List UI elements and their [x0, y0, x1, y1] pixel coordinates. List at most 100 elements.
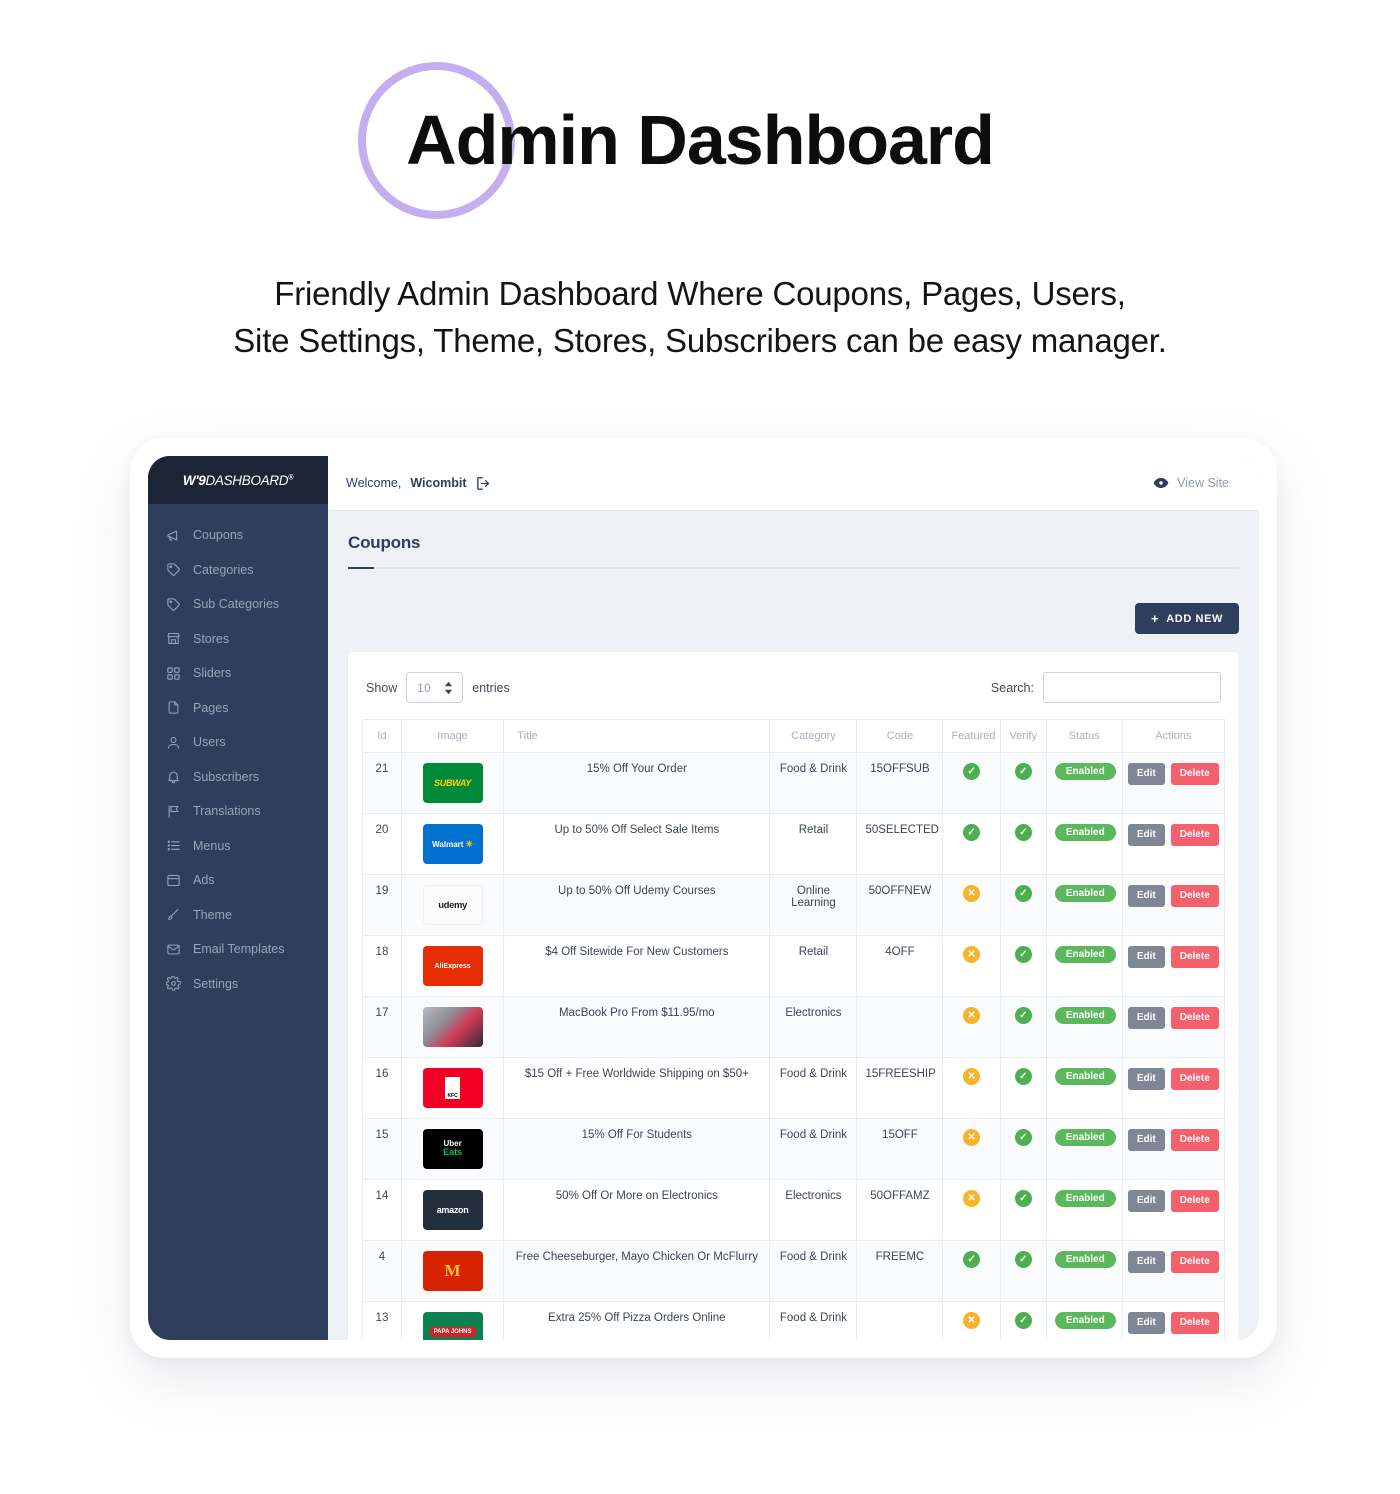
verify-yes-icon: ✓ — [1014, 885, 1032, 902]
col-featured[interactable]: Featured — [942, 719, 1001, 753]
page-title: Admin Dashboard — [406, 101, 995, 179]
edit-button[interactable]: Edit — [1127, 1007, 1165, 1029]
cell-actions: Edit Delete — [1121, 935, 1226, 997]
sidebar-item-menus[interactable]: Menus — [148, 829, 328, 864]
delete-button[interactable]: Delete — [1170, 1312, 1219, 1334]
sidebar-item-email-templates[interactable]: Email Templates — [148, 932, 328, 967]
edit-button[interactable]: Edit — [1127, 824, 1165, 846]
cell-title: Up to 50% Off Select Sale Items — [503, 813, 771, 875]
col-title[interactable]: Title — [503, 719, 771, 753]
status-badge: Enabled — [1054, 763, 1116, 780]
cell-featured: ✕ — [942, 1179, 1001, 1241]
delete-button[interactable]: Delete — [1170, 1190, 1219, 1212]
sidebar-item-categories[interactable]: Categories — [148, 553, 328, 588]
delete-button[interactable]: Delete — [1170, 763, 1219, 785]
sidebar-item-sliders[interactable]: Sliders — [148, 656, 328, 691]
verify-yes-icon: ✓ — [1014, 1129, 1032, 1146]
cell-category: Food & Drink — [769, 1057, 858, 1119]
sidebar-item-label: Categories — [193, 562, 254, 577]
edit-button[interactable]: Edit — [1127, 1068, 1165, 1090]
eye-icon — [1153, 475, 1169, 491]
delete-button[interactable]: Delete — [1170, 1251, 1219, 1273]
brand-logo[interactable]: W'9DASHBOARD® — [148, 456, 328, 504]
edit-button[interactable]: Edit — [1127, 885, 1165, 907]
featured-no-icon: ✕ — [963, 1129, 981, 1146]
sidebar-item-pages[interactable]: Pages — [148, 691, 328, 726]
edit-button[interactable]: Edit — [1127, 1251, 1165, 1273]
cell-actions: Edit Delete — [1121, 1301, 1226, 1340]
table-row: 4 M Free Cheeseburger, Mayo Chicken Or McF… — [362, 1240, 1226, 1302]
cell-status: Enabled — [1045, 1118, 1123, 1180]
sidebar-item-theme[interactable]: Theme — [148, 898, 328, 933]
cell-verify: ✓ — [999, 813, 1047, 875]
welcome-message: Welcome, Wicombit — [346, 475, 492, 492]
edit-button[interactable]: Edit — [1127, 946, 1165, 968]
col-image[interactable]: Image — [400, 719, 505, 753]
cell-verify: ✓ — [999, 1179, 1047, 1241]
cell-verify: ✓ — [999, 1118, 1047, 1180]
sidebar-item-sub-categories[interactable]: Sub Categories — [148, 587, 328, 622]
edit-button[interactable]: Edit — [1127, 763, 1165, 785]
view-site-link[interactable]: View Site — [1153, 475, 1229, 491]
search-input[interactable] — [1043, 672, 1221, 703]
col-status[interactable]: Status — [1045, 719, 1123, 753]
sidebar-item-settings[interactable]: Settings — [148, 967, 328, 1002]
featured-yes-icon: ✓ — [963, 763, 981, 780]
col-verify[interactable]: Verify — [999, 719, 1047, 753]
tag-icon — [166, 562, 181, 577]
cell-code: 15OFFSUB — [856, 752, 944, 814]
edit-button[interactable]: Edit — [1127, 1190, 1165, 1212]
row-actions: Edit Delete — [1127, 1251, 1219, 1273]
sidebar-item-translations[interactable]: Translations — [148, 794, 328, 829]
col-id[interactable]: Id — [362, 719, 402, 753]
coupons-table-card: Show 10 entries Search: Id Image Title C… — [348, 652, 1239, 1340]
tag-icon — [166, 597, 181, 612]
add-new-button[interactable]: + ADD NEW — [1135, 603, 1239, 634]
delete-button[interactable]: Delete — [1170, 1068, 1219, 1090]
delete-button[interactable]: Delete — [1170, 946, 1219, 968]
sidebar-item-label: Sliders — [193, 666, 232, 681]
col-category[interactable]: Category — [769, 719, 858, 753]
sidebar-item-users[interactable]: Users — [148, 725, 328, 760]
walmart-logo: Walmart ✳ — [422, 824, 483, 864]
hero-subtitle-line1: Friendly Admin Dashboard Where Coupons, … — [274, 275, 1126, 312]
cell-title: $4 Off Sitewide For New Customers — [503, 935, 771, 997]
verify-yes-icon: ✓ — [1014, 1007, 1032, 1024]
sidebar-item-label: Ads — [193, 873, 215, 888]
cell-status: Enabled — [1045, 1240, 1123, 1302]
welcome-username: Wicombit — [410, 476, 467, 490]
page-size-select[interactable]: 10 — [406, 672, 464, 703]
delete-button[interactable]: Delete — [1170, 885, 1219, 907]
table-header-row: Id Image Title Category Code Featured Ve… — [362, 719, 1226, 753]
cell-actions: Edit Delete — [1121, 1179, 1226, 1241]
table-controls: Show 10 entries Search: — [362, 668, 1225, 719]
sidebar-item-ads[interactable]: Ads — [148, 863, 328, 898]
status-badge: Enabled — [1054, 1312, 1116, 1329]
delete-button[interactable]: Delete — [1170, 1129, 1219, 1151]
cell-status: Enabled — [1045, 1301, 1123, 1340]
col-code[interactable]: Code — [856, 719, 944, 753]
sidebar: W'9DASHBOARD® Coupons Categories Sub Cat… — [148, 456, 328, 1340]
main-area: Welcome, Wicombit View Site Coupons + AD… — [328, 456, 1259, 1340]
sidebar-item-coupons[interactable]: Coupons — [148, 518, 328, 553]
sidebar-item-subscribers[interactable]: Subscribers — [148, 760, 328, 795]
row-actions: Edit Delete — [1127, 1190, 1219, 1212]
edit-button[interactable]: Edit — [1127, 1129, 1165, 1151]
cell-featured: ✕ — [942, 1118, 1001, 1180]
status-badge: Enabled — [1054, 1007, 1116, 1024]
status-badge: Enabled — [1054, 1129, 1116, 1146]
brand-logo-text: W'9DASHBOARD® — [183, 473, 294, 488]
plus-icon: + — [1151, 611, 1160, 626]
sidebar-item-stores[interactable]: Stores — [148, 622, 328, 657]
edit-button[interactable]: Edit — [1127, 1312, 1165, 1334]
delete-button[interactable]: Delete — [1170, 824, 1219, 846]
table-row: 19 udemy Up to 50% Off Udemy Courses Online… — [362, 874, 1226, 936]
delete-button[interactable]: Delete — [1170, 1007, 1219, 1029]
logout-icon[interactable] — [475, 475, 492, 492]
cell-category: Retail — [769, 813, 858, 875]
table-row: 21 SUBWAY 15% Off Your Order Food & Drink 15… — [362, 752, 1226, 814]
featured-no-icon: ✕ — [963, 1007, 981, 1024]
grid-icon — [166, 666, 181, 681]
cell-featured: ✓ — [942, 813, 1001, 875]
verify-yes-icon: ✓ — [1014, 1312, 1032, 1329]
